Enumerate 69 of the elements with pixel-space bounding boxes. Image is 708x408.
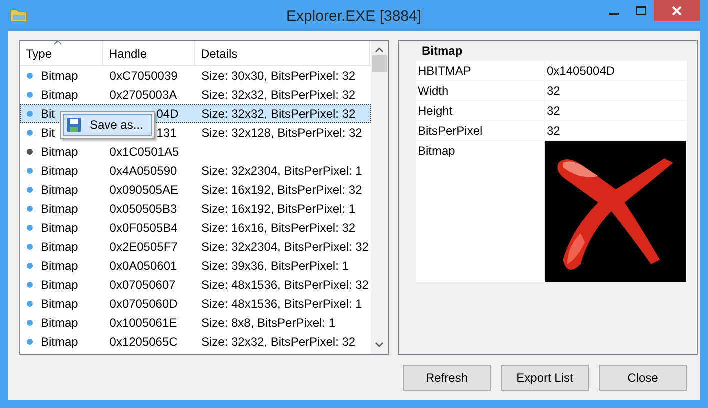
- type-text: Bitmap: [41, 334, 78, 350]
- window-title: Explorer.EXE [3884]: [286, 7, 422, 27]
- dialog-button[interactable]: Refresh: [403, 365, 491, 391]
- details-text: Size: 32x2304, BitsPerPixel: 1: [202, 164, 362, 178]
- scroll-up-icon[interactable]: [375, 47, 384, 53]
- details-text: Size: 32x32, BitsPerPixel: 32: [202, 335, 356, 349]
- details-text: Size: 16x192, BitsPerPixel: 1: [202, 202, 356, 216]
- maximize-icon: [636, 6, 646, 15]
- type-text: Bitmap: [41, 314, 78, 331]
- property-label: Bitmap: [416, 141, 544, 282]
- minimize-icon: [609, 12, 619, 14]
- column-header[interactable]: Handle: [109, 41, 158, 63]
- details-text: Size: 32x128, BitsPerPixel: 32: [202, 126, 362, 140]
- type-text: Bitmap: [41, 200, 78, 217]
- details-text: Size: 8x8, BitsPerPixel: 1: [202, 316, 336, 330]
- type-text: Bitmap: [41, 86, 78, 103]
- property-value: 32: [545, 81, 687, 100]
- handle-text: 0x2E0505F7: [110, 240, 178, 254]
- type-text: Bitmap: [41, 238, 78, 255]
- handle-text: 0x0A050601: [110, 259, 178, 273]
- type-text: Bitmap: [41, 258, 78, 274]
- save-as-menu-item[interactable]: Save as...: [63, 114, 152, 136]
- close-icon: [672, 6, 682, 16]
- type-text: Bitmap: [41, 162, 78, 179]
- details-text: Size: 16x192, BitsPerPixel: 32: [202, 183, 362, 197]
- scroll-down-icon[interactable]: [375, 342, 384, 348]
- details-text: Size: 48x1536, BitsPerPixel: 32: [202, 278, 369, 292]
- property-value: 32: [545, 101, 687, 120]
- property-label: BitsPerPixel: [416, 121, 544, 140]
- type-text: Bitmap: [41, 144, 78, 160]
- handle-text: 0x090505AE: [110, 183, 178, 197]
- handle-text: 0x4A050590: [110, 164, 178, 178]
- details-text: Size: 30x30, BitsPerPixel: 32: [202, 69, 356, 83]
- property-label: HBITMAP: [416, 61, 544, 80]
- property-value: 32: [545, 121, 687, 140]
- handle-text: 0x050505B3: [110, 202, 178, 216]
- handle-text: 131: [156, 126, 177, 140]
- type-text: Bitmap: [41, 296, 78, 312]
- handle-text: 0xC7050039: [110, 69, 178, 83]
- type-text: Bit: [41, 124, 56, 141]
- type-text: Bitmap: [41, 220, 78, 236]
- type-text: Bitmap: [41, 68, 78, 84]
- handle-text: 0x0F0505B4: [110, 221, 178, 235]
- details-text: Size: 32x32, BitsPerPixel: 32: [202, 88, 356, 102]
- column-header[interactable]: Type: [26, 41, 62, 63]
- dialog-button[interactable]: Export List: [501, 365, 589, 391]
- handle-text: 0x0705060D: [110, 297, 178, 311]
- type-text: Bitmap: [41, 276, 78, 293]
- type-text: Bit: [41, 106, 56, 122]
- details-text: Size: 32x2304, BitsPerPixel: 32: [202, 240, 369, 254]
- details-text: Size: 39x36, BitsPerPixel: 1: [202, 259, 349, 273]
- close-button[interactable]: [654, 0, 700, 21]
- type-text: Bitmap: [41, 182, 78, 198]
- property-value: 0x1405004D: [545, 61, 687, 80]
- details-text: Size: 48x1536, BitsPerPixel: 1: [202, 297, 362, 311]
- handle-text: 0x2705003A: [110, 88, 178, 102]
- handle-text: 0x1C0501A5: [110, 145, 180, 159]
- handle-text: 0x1005061E: [110, 316, 178, 330]
- scrollbar-thumb[interactable]: [372, 55, 387, 72]
- handle-text: 0x1205065C: [110, 335, 178, 349]
- details-text: Size: 16x16, BitsPerPixel: 32: [202, 221, 356, 235]
- dialog-button[interactable]: Close: [599, 365, 687, 391]
- handle-text: 04D: [156, 107, 179, 121]
- property-label: Height: [416, 101, 544, 120]
- column-header[interactable]: Details: [201, 41, 248, 63]
- property-label: Width: [416, 81, 544, 100]
- details-text: Size: 32x32, BitsPerPixel: 32: [202, 107, 356, 121]
- folder-icon: [10, 8, 28, 23]
- handle-text: 0x07050607: [110, 278, 176, 292]
